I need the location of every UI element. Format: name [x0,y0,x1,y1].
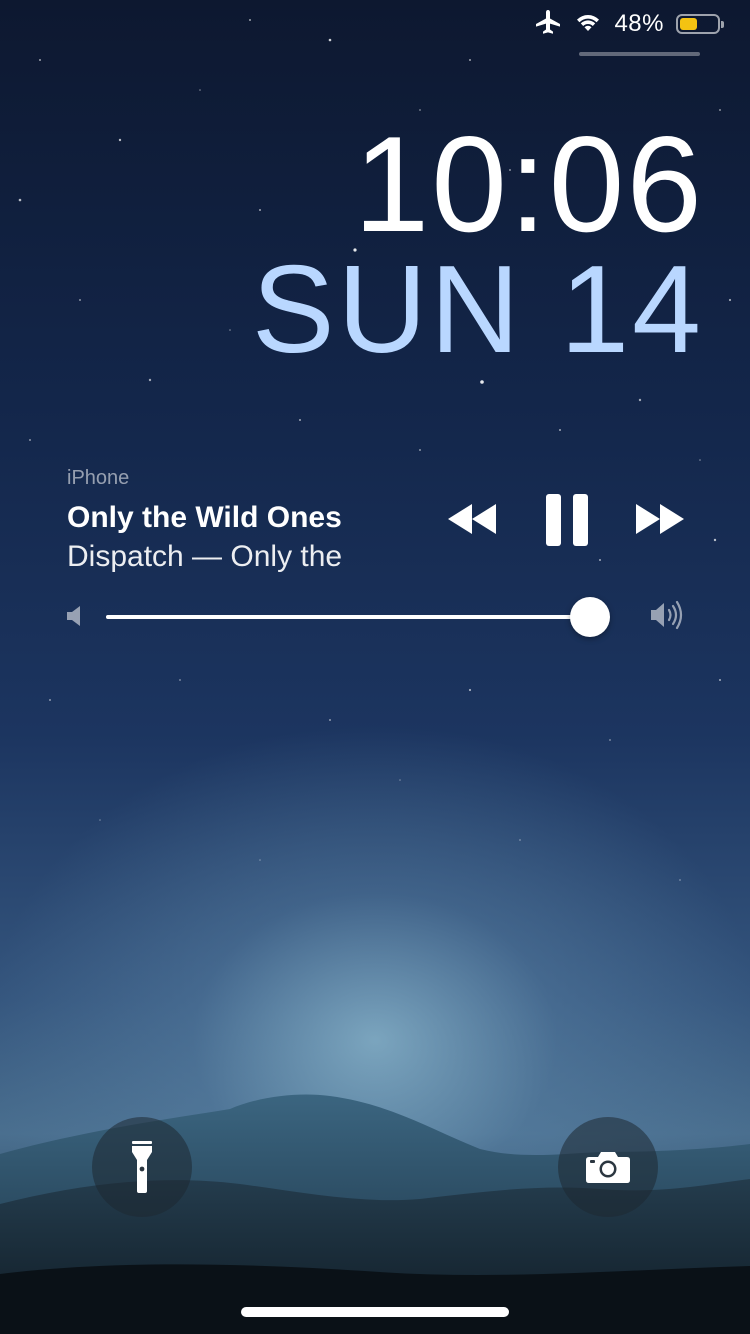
camera-icon [586,1152,630,1183]
now-playing-source[interactable]: iPhone [67,467,129,490]
control-center-grabber[interactable] [579,52,700,56]
fast-forward-icon [636,504,684,534]
status-indicators: 48% [534,8,724,40]
volume-low-icon [66,605,82,632]
rewind-button[interactable] [446,502,498,536]
lock-screen-time: 10:06 [353,108,704,260]
battery-icon [676,14,724,34]
home-indicator[interactable] [241,1307,509,1317]
pause-icon [546,494,588,546]
status-bar: 48% [0,0,750,48]
now-playing-title: Only the Wild Ones [67,501,342,534]
wifi-icon [574,11,602,38]
flashlight-icon [132,1141,152,1193]
volume-slider[interactable] [106,597,610,637]
pause-button[interactable] [544,494,590,546]
airplane-icon [534,9,562,40]
now-playing-artist-album: Dispatch — Only the [67,540,343,573]
flashlight-button[interactable] [92,1117,192,1217]
camera-button[interactable] [558,1117,658,1217]
lock-screen-date: SUN 14 [251,241,704,379]
battery-percentage: 48% [614,10,664,37]
lock-screen: 48% 10:06 SUN 14 iPhone Only the Wild On… [0,0,750,1334]
fast-forward-button[interactable] [634,502,686,536]
volume-slider-fill [106,615,590,619]
battery-level-fill [680,18,697,30]
volume-slider-knob[interactable] [570,597,610,637]
volume-high-icon [650,600,686,635]
rewind-icon [448,504,496,534]
